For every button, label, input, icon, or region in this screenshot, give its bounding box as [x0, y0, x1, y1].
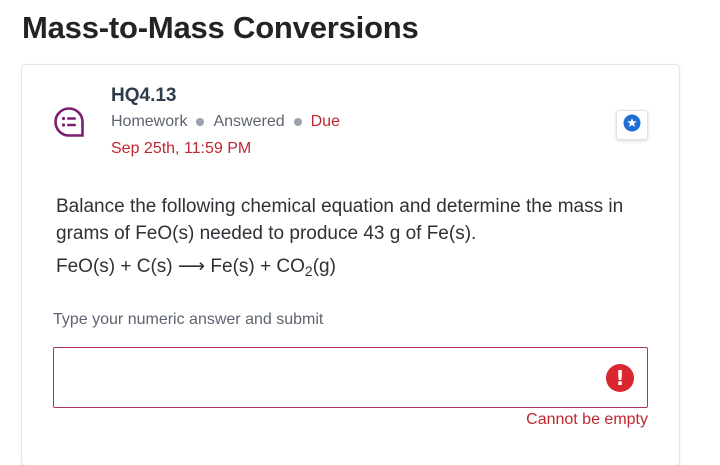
page-title: Mass-to-Mass Conversions — [22, 10, 419, 45]
equation-part1: FeO(s) + C(s) ⟶ Fe(s) + CO — [56, 256, 305, 277]
chemical-equation: FeO(s) + C(s) ⟶ Fe(s) + CO2(g) — [56, 255, 336, 279]
error-icon: ! — [606, 364, 634, 392]
question-list-icon — [53, 106, 85, 138]
equation-subscript: 2 — [304, 263, 313, 279]
answer-input[interactable] — [53, 347, 648, 408]
question-code[interactable]: HQ4.13 — [111, 85, 176, 107]
question-type: Homework — [111, 113, 188, 130]
separator-dot — [196, 118, 205, 126]
star-icon — [623, 114, 641, 137]
question-text: Balance the following chemical equation … — [56, 196, 624, 244]
error-message: Cannot be empty — [526, 411, 648, 428]
star-button[interactable] — [616, 110, 648, 140]
due-date: Sep 25th, 11:59 PM — [111, 140, 252, 157]
answer-prompt: Type your numeric answer and submit — [53, 311, 324, 328]
question-status: Answered — [213, 113, 285, 130]
question-meta: Homework Answered Due — [111, 113, 340, 131]
equation-part2: (g) — [312, 256, 336, 277]
due-label: Due — [310, 113, 340, 130]
question-card: HQ4.13 Homework Answered Due Sep 25th, 1… — [22, 65, 679, 465]
separator-dot — [293, 118, 302, 126]
